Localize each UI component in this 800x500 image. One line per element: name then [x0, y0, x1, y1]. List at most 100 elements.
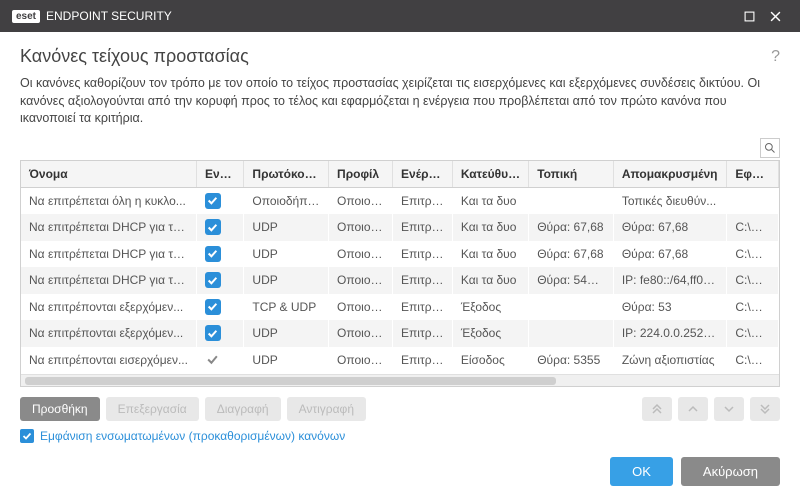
table-row[interactable]: Να επιτρέπεται DHCP για το... UDPΟποιοδή.…	[21, 214, 779, 241]
enabled-checkbox-on[interactable]	[205, 325, 221, 341]
cell-app: C:\Win	[727, 267, 779, 294]
cell-name: Να επιτρέπεται DHCP για το...	[21, 267, 196, 294]
cell-remote: Ζώνη αξιοπιστίας	[613, 347, 727, 375]
cell-app: C:\Win	[727, 347, 779, 375]
cell-action: Επιτρέπ...	[393, 294, 453, 321]
page-description: Οι κανόνες καθορίζουν τον τρόπο με τον ο…	[20, 75, 780, 128]
enabled-checkbox-on[interactable]	[205, 272, 221, 288]
cell-app: C:\Win	[727, 320, 779, 347]
brand-badge: eset	[12, 10, 40, 23]
table-row[interactable]: Να επιτρέπεται DHCP για το... UDPΟποιοδή.…	[21, 241, 779, 268]
cell-profile: Οποιοδή...	[329, 267, 393, 294]
cell-app: C:\Win	[727, 294, 779, 321]
cell-enabled	[196, 320, 243, 347]
enabled-checkbox-on[interactable]	[205, 246, 221, 262]
cell-app	[727, 187, 779, 214]
cell-action: Επιτρέπ...	[393, 214, 453, 241]
help-icon[interactable]: ?	[771, 48, 780, 66]
cell-direction: Και τα δυο	[452, 241, 528, 268]
cell-remote: IP: fe80::/64,ff02...	[613, 267, 727, 294]
cell-remote: Τοπικές διευθύν...	[613, 187, 727, 214]
cell-protocol: TCP & UDP	[244, 294, 329, 321]
cell-remote: Θύρα: 53	[613, 294, 727, 321]
table-row[interactable]: Να επιτρέπονται εξερχόμεν... TCP & UDPΟπο…	[21, 294, 779, 321]
cell-direction: Και τα δυο	[452, 187, 528, 214]
cell-local: Θύρα: 546,547	[529, 267, 614, 294]
cell-action: Επιτρέπ...	[393, 241, 453, 268]
move-up-button[interactable]	[678, 397, 708, 421]
cell-app: C:\Win	[727, 241, 779, 268]
cell-name: Να επιτρέπεται DHCP για το...	[21, 241, 196, 268]
cell-profile: Οποιοδή...	[329, 214, 393, 241]
col-name[interactable]: Όνομα	[21, 161, 196, 188]
ok-button[interactable]: OK	[610, 457, 673, 486]
enabled-checkbox-on[interactable]	[205, 193, 221, 209]
table-row[interactable]: Να επιτρέπονται εισερχόμεν... UDPΟποιοδή.…	[21, 347, 779, 375]
cell-direction: Έξοδος	[452, 320, 528, 347]
enabled-checkbox-off[interactable]	[205, 352, 221, 368]
edit-button[interactable]: Επεξεργασία	[106, 397, 199, 421]
col-direction[interactable]: Κατεύθυνση	[452, 161, 528, 188]
move-top-button[interactable]	[642, 397, 672, 421]
cell-local	[529, 294, 614, 321]
cell-enabled	[196, 267, 243, 294]
cell-protocol: UDP	[244, 320, 329, 347]
cell-protocol: UDP	[244, 347, 329, 375]
show-builtin-checkbox[interactable]	[20, 429, 34, 443]
cell-direction: Και τα δυο	[452, 214, 528, 241]
cell-profile: Οποιοδή...	[329, 241, 393, 268]
horizontal-scrollbar[interactable]	[21, 374, 779, 386]
col-profile[interactable]: Προφίλ	[329, 161, 393, 188]
col-enabled[interactable]: Ενεργό	[196, 161, 243, 188]
col-protocol[interactable]: Πρωτόκολλο	[244, 161, 329, 188]
cell-name: Να επιτρέπονται εξερχόμεν...	[21, 294, 196, 321]
col-app[interactable]: Εφαρμ	[727, 161, 779, 188]
move-bottom-button[interactable]	[750, 397, 780, 421]
col-local[interactable]: Τοπική	[529, 161, 614, 188]
titlebar: eset ENDPOINT SECURITY	[0, 0, 800, 32]
cell-profile: Οποιοδή...	[329, 187, 393, 214]
close-button[interactable]	[762, 3, 788, 29]
cell-name: Να επιτρέπονται εξερχόμεν...	[21, 320, 196, 347]
cell-action: Επιτρέπ...	[393, 187, 453, 214]
show-builtin-label[interactable]: Εμφάνιση ενσωματωμένων (προκαθορισμένων)…	[40, 429, 345, 443]
cell-local: Θύρα: 67,68	[529, 214, 614, 241]
add-button[interactable]: Προσθήκη	[20, 397, 100, 421]
cell-name: Να επιτρέπεται DHCP για το...	[21, 214, 196, 241]
cell-app: C:\Win	[727, 214, 779, 241]
cell-action: Επιτρέπ...	[393, 347, 453, 375]
search-icon	[764, 142, 776, 154]
cell-remote: Θύρα: 67,68	[613, 214, 727, 241]
table-row[interactable]: Να επιτρέπονται εξερχόμεν...UDPΟποιοδή..…	[21, 320, 779, 347]
copy-button[interactable]: Αντιγραφή	[287, 397, 366, 421]
minimize-button[interactable]	[736, 3, 762, 29]
cell-protocol: Οποιοδήποτε	[244, 187, 329, 214]
cell-remote: IP: 224.0.0.252,ff...	[613, 320, 727, 347]
cell-enabled	[196, 214, 243, 241]
cell-protocol: UDP	[244, 267, 329, 294]
cell-local	[529, 187, 614, 214]
cell-profile: Οποιοδή...	[329, 294, 393, 321]
enabled-checkbox-on[interactable]	[205, 219, 221, 235]
enabled-checkbox-on[interactable]	[205, 299, 221, 315]
table-header: Όνομα Ενεργό Πρωτόκολλο Προφίλ Ενέργεια …	[21, 161, 779, 188]
cell-profile: Οποιοδή...	[329, 347, 393, 375]
table-row[interactable]: Να επιτρέπεται όλη η κυκλο...Οποιοδήποτε…	[21, 187, 779, 214]
rules-table: Όνομα Ενεργό Πρωτόκολλο Προφίλ Ενέργεια …	[20, 160, 780, 388]
cell-remote: Θύρα: 67,68	[613, 241, 727, 268]
col-remote[interactable]: Απομακρυσμένη	[613, 161, 727, 188]
cell-protocol: UDP	[244, 241, 329, 268]
cell-protocol: UDP	[244, 214, 329, 241]
page-title: Κανόνες τείχους προστασίας	[20, 46, 249, 67]
cell-direction: Είσοδος	[452, 347, 528, 375]
delete-button[interactable]: Διαγραφή	[205, 397, 281, 421]
cancel-button[interactable]: Ακύρωση	[681, 457, 780, 486]
move-down-button[interactable]	[714, 397, 744, 421]
search-button[interactable]	[760, 138, 780, 158]
cell-local	[529, 320, 614, 347]
cell-enabled	[196, 187, 243, 214]
table-row[interactable]: Να επιτρέπεται DHCP για το... UDPΟποιοδή.…	[21, 267, 779, 294]
col-action[interactable]: Ενέργεια	[393, 161, 453, 188]
cell-name: Να επιτρέπονται εισερχόμεν...	[21, 347, 196, 375]
cell-enabled	[196, 294, 243, 321]
